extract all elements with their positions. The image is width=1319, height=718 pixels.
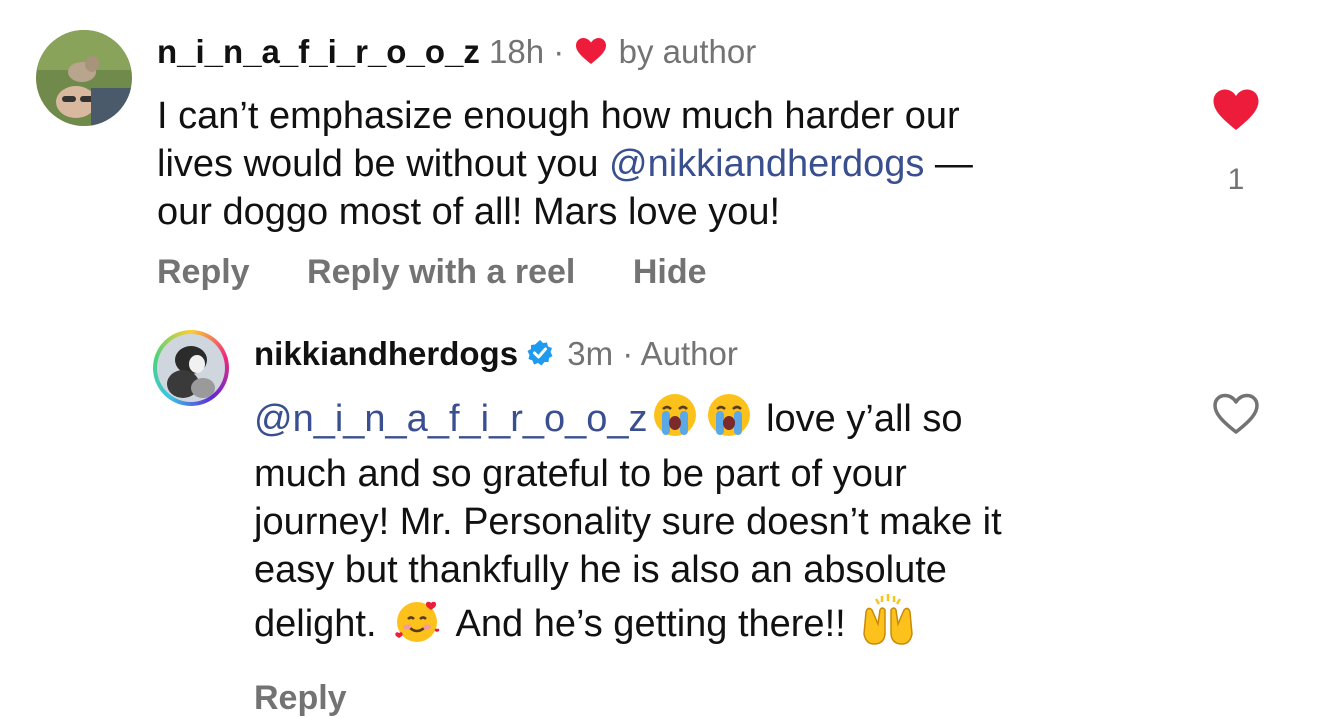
comment-1-like-button[interactable]	[1212, 88, 1260, 137]
comment-1-line-2-text: lives would be without you	[157, 143, 610, 186]
comment-1: n_i_n_a_f_i_r_o_o_z 18h · by author I ca…	[0, 0, 1319, 300]
heart-icon	[1213, 89, 1259, 130]
liked-by-author-label: by author	[618, 33, 757, 70]
comment-2-time: 3m	[567, 335, 614, 372]
comment-1-username[interactable]: n_i_n_a_f_i_r_o_o_z	[157, 33, 480, 70]
verified-badge-icon	[526, 336, 554, 376]
comment-1-like-count: 1	[1227, 163, 1245, 196]
raising-hands-emoji	[860, 594, 916, 658]
comment-2-line-5-a: delight.	[254, 603, 388, 646]
avatar-nikkiandherdogs[interactable]	[153, 330, 229, 406]
comment-1-actions: Reply Reply with a reel Hide	[157, 252, 973, 292]
smiling-hearts-emoji	[391, 597, 443, 655]
meta-separator: ·	[553, 33, 565, 70]
comment-1-line-2-suffix: —	[924, 143, 973, 186]
comment-1-meta: n_i_n_a_f_i_r_o_o_z 18h · by author	[157, 32, 973, 74]
heart-outline-icon	[1213, 393, 1259, 434]
comment-2-line-2: much and so grateful to be part of your	[254, 453, 907, 496]
avatar-n-i-n-a[interactable]	[36, 30, 132, 126]
loudly-crying-emoji	[706, 392, 752, 450]
author-label: Author	[640, 335, 738, 372]
comment-2-line-5-b: And he’s getting there!!	[447, 603, 857, 646]
comment-2-line-3: journey! Mr. Personality sure doesn’t ma…	[254, 501, 1002, 544]
comment-2-like-button[interactable]	[1212, 392, 1260, 441]
meta-separator: ·	[622, 335, 634, 372]
comment-2-reply: nikkiandherdogs 3m · Author @n_i_n_a_f_i…	[0, 300, 1319, 717]
mention-link[interactable]: @nikkiandherdogs	[609, 143, 924, 185]
comment-2-line-1-text: love y’all so	[755, 398, 963, 441]
comment-2-text: @n_i_n_a_f_i_r_o_o_z love y’all so much …	[254, 392, 1002, 658]
comment-2-username[interactable]: nikkiandherdogs	[254, 335, 518, 372]
comment-1-body: n_i_n_a_f_i_r_o_o_z 18h · by author I ca…	[157, 32, 973, 292]
hide-button[interactable]: Hide	[633, 253, 707, 291]
mention-link[interactable]: @n_i_n_a_f_i_r_o_o_z	[254, 398, 648, 440]
liked-by-author-heart-icon	[575, 34, 607, 74]
loudly-crying-emoji	[652, 392, 698, 450]
comment-2-actions: Reply	[254, 678, 1002, 718]
comment-1-line-3: our doggo most of all! Mars love you!	[157, 191, 781, 234]
reply-with-reel-button[interactable]: Reply with a reel	[307, 253, 575, 291]
comment-1-line-1: I can’t emphasize enough how much harder…	[157, 95, 960, 138]
comment-2-line-1: @n_i_n_a_f_i_r_o_o_z love y’all so	[254, 392, 1002, 450]
comment-1-time: 18h	[489, 33, 545, 70]
comment-2-line-4: easy but thankfully he is also an absolu…	[254, 549, 947, 592]
comment-2-meta: nikkiandherdogs 3m · Author	[254, 334, 1002, 376]
comment-2-line-5: delight. And he’s getting there!!	[254, 594, 1002, 658]
reply-button[interactable]: Reply	[157, 253, 250, 291]
comment-1-line-2: lives would be without you @nikkiandherd…	[157, 140, 973, 188]
comment-2-body: nikkiandherdogs 3m · Author @n_i_n_a_f_i…	[254, 334, 1002, 718]
comment-1-text: I can’t emphasize enough how much harder…	[157, 92, 973, 236]
